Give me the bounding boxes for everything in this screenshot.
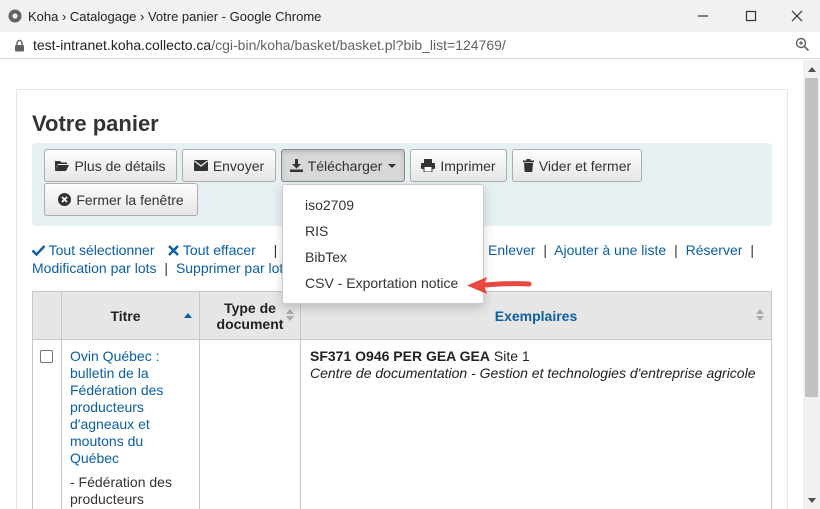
- reserve-link[interactable]: Réserver: [686, 242, 743, 258]
- maximize-button[interactable]: [728, 0, 774, 32]
- caret-down-icon: [388, 163, 397, 168]
- items-header-label: Exemplaires: [494, 308, 578, 324]
- lock-icon: [15, 39, 24, 51]
- menu-item-ris[interactable]: RIS: [283, 218, 483, 244]
- item-callnumber: SF371 O946 PER GEA GEA: [310, 348, 490, 364]
- batch-delete-link[interactable]: Supprimer par lots: [176, 260, 290, 276]
- minimize-icon: [698, 15, 708, 17]
- folder-open-icon: [55, 160, 70, 171]
- title-line: bulletin de la: [70, 365, 149, 381]
- annotation-arrow-icon: [467, 277, 532, 294]
- download-dropdown-menu: iso2709 RIS BibTex CSV - Exportation not…: [282, 184, 484, 304]
- basket-table: Titre Type de document Exemplaires Ovin …: [32, 291, 772, 509]
- scroll-thumb[interactable]: [805, 78, 818, 397]
- close-window-button[interactable]: [774, 0, 820, 32]
- minimize-button[interactable]: [680, 0, 726, 32]
- sort-both-icon: [756, 309, 764, 321]
- item-site: Site 1: [493, 348, 530, 364]
- item-location: Centre de documentation - Gestion et tec…: [310, 365, 756, 381]
- more-details-label: Plus de détails: [74, 157, 166, 174]
- separator: |: [273, 242, 278, 258]
- clear-all-link[interactable]: Tout effacer: [183, 242, 256, 258]
- scroll-down-arrow-icon[interactable]: [803, 493, 820, 507]
- page-scrollbar[interactable]: [803, 60, 820, 509]
- print-button[interactable]: Imprimer: [410, 149, 507, 182]
- scroll-up-arrow-icon[interactable]: [803, 62, 820, 76]
- title-line: Fédération des: [70, 382, 164, 398]
- row-checkbox[interactable]: [40, 350, 53, 363]
- download-label: Télécharger: [307, 157, 383, 174]
- sort-asc-icon: [184, 313, 192, 318]
- batch-modify-link[interactable]: Modification par lots: [32, 260, 157, 276]
- menu-item-csv-export[interactable]: CSV - Exportation notice: [283, 270, 483, 296]
- download-button[interactable]: Télécharger: [281, 149, 405, 182]
- doc-type-header-line1: Type de: [224, 300, 276, 316]
- address-bar[interactable]: test-intranet.koha.collecto.ca/cgi-bin/k…: [0, 32, 820, 59]
- title-header-label: Titre: [110, 308, 141, 324]
- send-label: Envoyer: [212, 157, 265, 174]
- page-title: Votre panier: [32, 111, 159, 136]
- print-label: Imprimer: [440, 157, 496, 174]
- menu-item-iso2709[interactable]: iso2709: [283, 192, 483, 218]
- title-line: moutons du: [70, 433, 144, 449]
- envelope-icon: [193, 160, 208, 171]
- trash-icon: [522, 159, 534, 172]
- title-line: d'agneaux et: [70, 416, 150, 432]
- author-line: - Fédération des: [70, 474, 172, 490]
- close-window-label: Fermer la fenêtre: [76, 191, 184, 208]
- close-page-window-button[interactable]: Fermer la fenêtre: [44, 183, 198, 216]
- empty-close-label: Vider et fermer: [538, 157, 632, 174]
- url-path: /cgi-bin/koha/basket/basket.pl?bib_list=…: [211, 37, 506, 53]
- author-line: producteurs: [70, 491, 144, 507]
- doc-type-header-line2: document: [216, 316, 284, 332]
- more-details-button[interactable]: Plus de détails: [44, 149, 177, 182]
- record-title-link[interactable]: Ovin Québec : bulletin de la Fédération …: [70, 348, 190, 467]
- remove-link[interactable]: Enlever: [488, 242, 535, 258]
- close-icon: [791, 10, 803, 22]
- separator: |: [674, 242, 678, 258]
- printer-icon: [421, 159, 436, 172]
- url-host: test-intranet.koha.collecto.ca: [33, 37, 212, 53]
- title-line: producteurs: [70, 399, 144, 415]
- send-button[interactable]: Envoyer: [182, 149, 276, 182]
- separator: |: [164, 260, 169, 276]
- download-icon: [289, 159, 303, 172]
- record-author: - Fédération des producteurs: [70, 474, 190, 508]
- chrome-favicon-icon: [8, 9, 22, 23]
- add-to-list-link[interactable]: Ajouter à une liste: [554, 242, 666, 258]
- zoom-icon[interactable]: [795, 37, 810, 52]
- times-circle-icon: [58, 193, 72, 206]
- times-icon: [168, 245, 180, 256]
- title-line: Ovin Québec :: [70, 348, 160, 364]
- title-line: Québec: [70, 450, 120, 466]
- separator: |: [750, 242, 754, 258]
- column-header-title[interactable]: Titre: [62, 292, 199, 340]
- record-items: SF371 O946 PER GEA GEA Site 1 Centre de …: [310, 348, 756, 382]
- menu-item-bibtex[interactable]: BibTex: [283, 244, 483, 270]
- window-title: Koha › Catalogage › Votre panier - Googl…: [28, 8, 322, 24]
- sort-both-icon: [286, 309, 294, 321]
- url-text: test-intranet.koha.collecto.ca/cgi-bin/k…: [33, 37, 506, 53]
- select-all-link[interactable]: Tout sélectionner: [49, 242, 155, 258]
- check-icon: [31, 245, 46, 257]
- maximize-icon: [745, 10, 757, 22]
- empty-and-close-button[interactable]: Vider et fermer: [512, 149, 642, 182]
- separator: |: [543, 242, 547, 258]
